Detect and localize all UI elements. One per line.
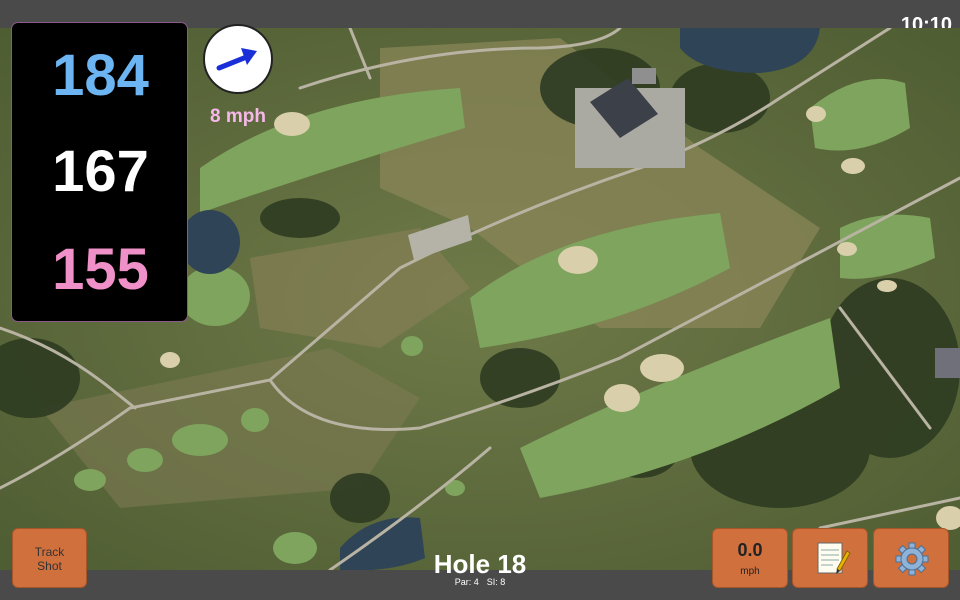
notepad-icon [817, 542, 851, 574]
distance-back: 184 [52, 43, 149, 108]
wind-indicator[interactable] [203, 24, 273, 94]
distance-panel: 184 167 155 [11, 22, 188, 322]
hole-par: Par: 4 [454, 577, 479, 587]
gear-icon [895, 542, 929, 576]
speed-button[interactable]: 0.0 mph [712, 528, 788, 588]
wind-speed-label: 8 mph [210, 106, 266, 127]
speed-value: 0.0 [737, 540, 763, 560]
hole-stroke-index: SI: 8 [486, 577, 506, 587]
arrow-right-icon [216, 48, 257, 71]
distance-front: 155 [52, 237, 149, 302]
distance-center: 167 [52, 139, 149, 204]
track-shot-label-line1: Track [34, 545, 65, 559]
hole-title: Hole 18 [433, 549, 527, 579]
track-shot-button[interactable]: Track Shot [12, 528, 87, 588]
settings-button[interactable] [873, 528, 949, 588]
hole-info: Par: 4 SI: 8 [380, 577, 580, 587]
track-shot-label-line2: Shot [37, 559, 62, 573]
notes-button[interactable] [792, 528, 868, 588]
speed-unit: mph [740, 566, 760, 577]
